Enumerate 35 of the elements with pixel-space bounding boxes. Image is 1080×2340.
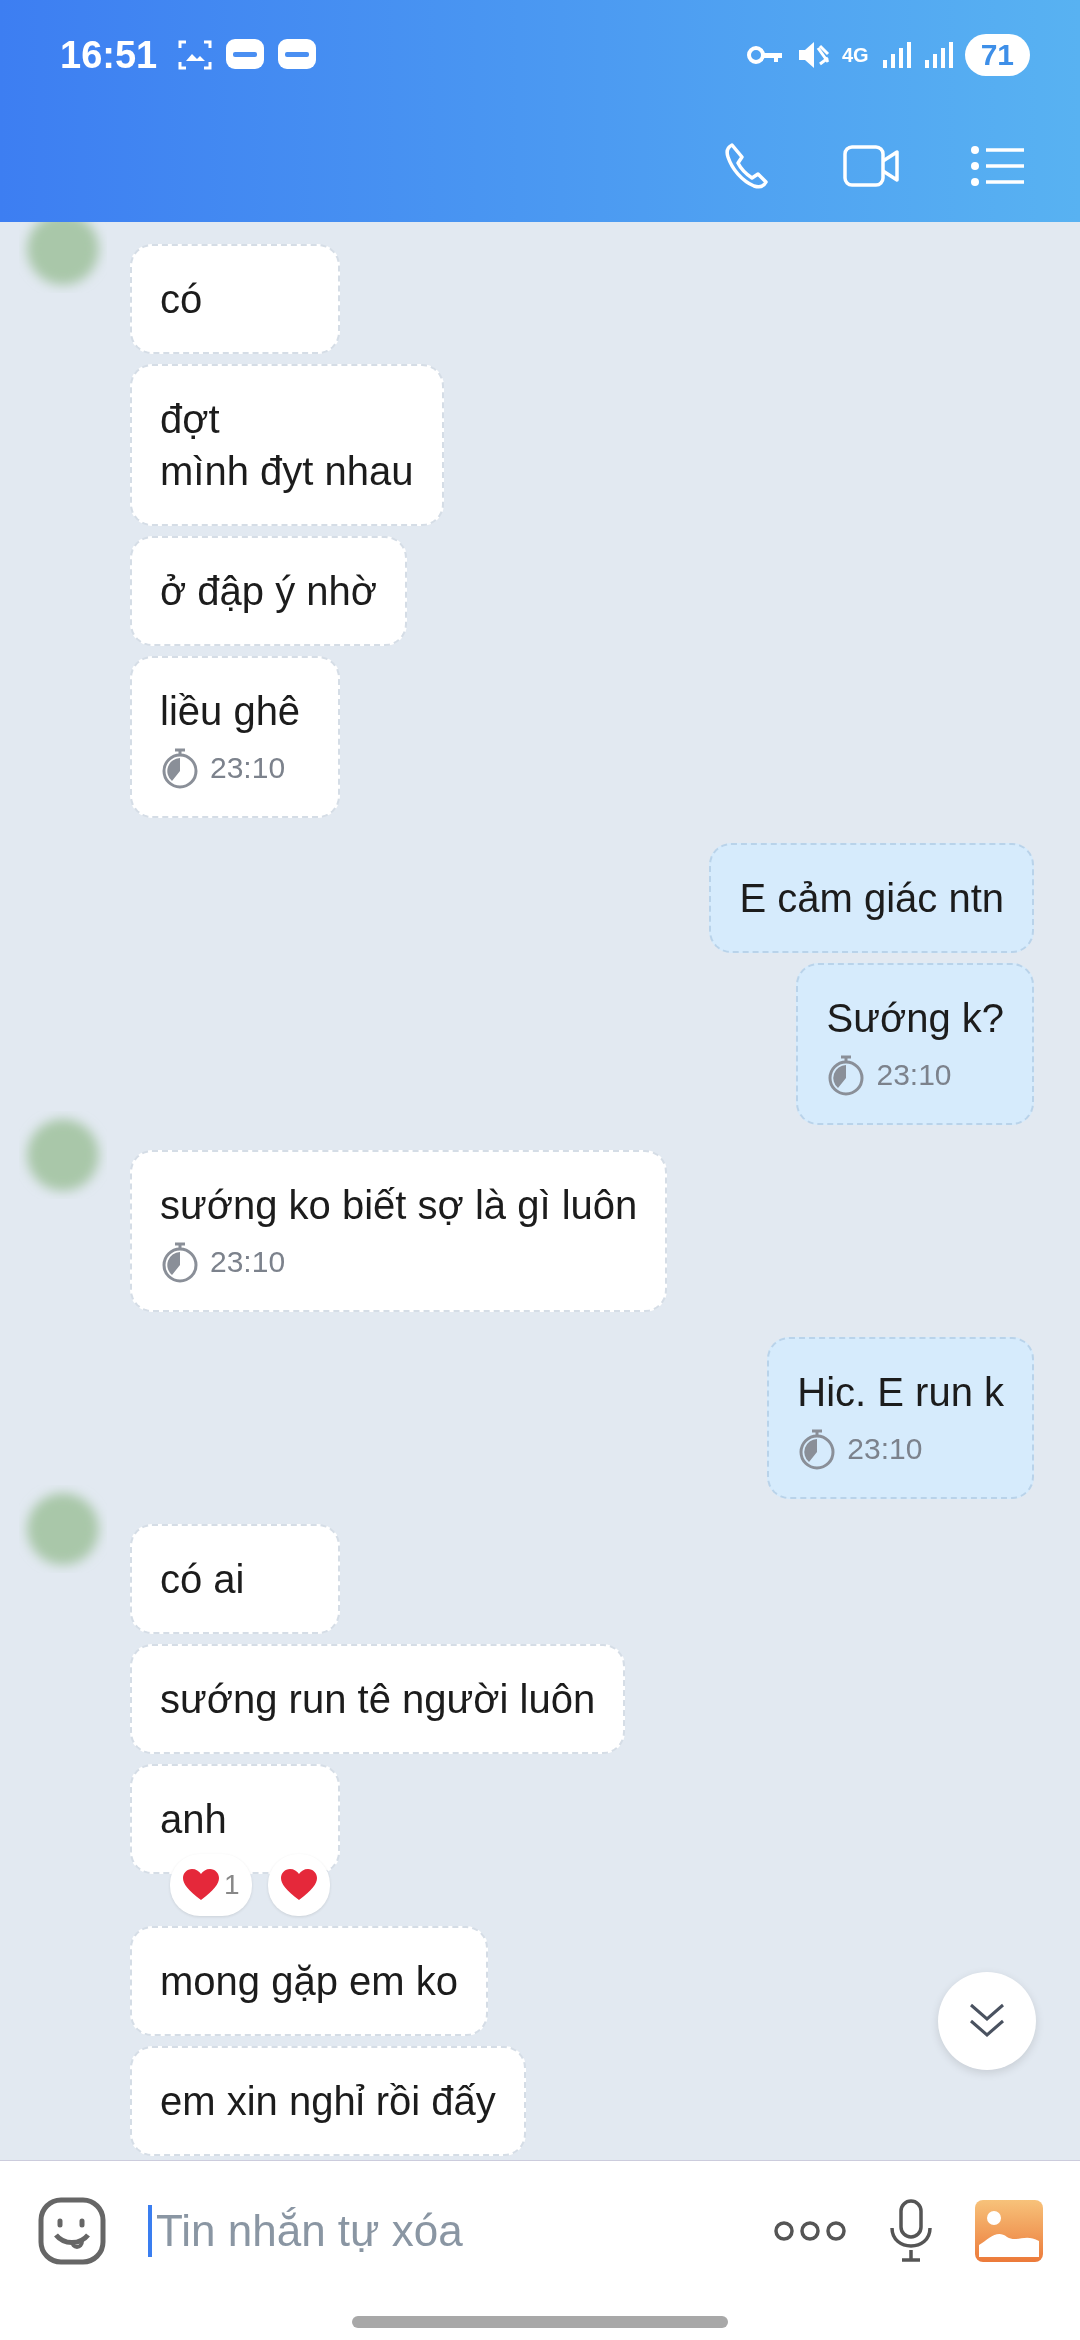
message-text: đợt mình đyt nhau (160, 396, 414, 495)
message-bubble[interactable]: có ai (130, 1524, 340, 1634)
message-time: 23:10 (847, 1432, 923, 1466)
message-bubble[interactable]: sướng ko biết sợ là gì luôn 23:10 (130, 1150, 668, 1312)
message-time: 23:10 (210, 1245, 286, 1279)
message-text: ở đập ý nhờ (160, 568, 378, 615)
message-text: có (160, 276, 204, 323)
message-bubble[interactable]: liều ghê 23:10 (130, 656, 340, 818)
message-bubble[interactable]: mong gặp em ko (130, 1926, 488, 2036)
message-text: E cảm giác ntn (739, 875, 1004, 922)
status-time: 16:51 (60, 33, 158, 77)
network-type: 4G (841, 43, 869, 67)
message-text: sướng ko biết sợ là gì luôn (160, 1182, 638, 1229)
message-text: liều ghê (160, 688, 302, 735)
message-text: anh (160, 1796, 228, 1843)
message-text: Sướng k? (826, 995, 1004, 1042)
message-bubble[interactable]: E cảm giác ntn (709, 843, 1034, 953)
message-text: sướng run tê người luôn (160, 1676, 596, 1723)
message-bubble[interactable]: có (130, 244, 340, 354)
message-bubble[interactable]: sướng run tê người luôn (130, 1644, 626, 1754)
message-text: có ai (160, 1556, 246, 1603)
reaction-chip[interactable]: 1 (170, 1854, 252, 1916)
message-text: em xin nghỉ rồi đấy (160, 2078, 496, 2125)
message-time: 23:10 (876, 1058, 952, 1092)
message-text: mong gặp em ko (160, 1958, 458, 2005)
message-text: Hic. E run k (797, 1369, 1004, 1416)
message-bubble[interactable]: anh (130, 1764, 340, 1874)
message-bubble[interactable]: đợt mình đyt nhau (130, 364, 444, 526)
message-bubble[interactable]: Hic. E run k 23:10 (767, 1337, 1034, 1499)
message-bubble[interactable]: Sướng k? 23:10 (796, 963, 1034, 1125)
message-input[interactable]: Tin nhắn tự xóa (148, 2204, 732, 2257)
message-bubble[interactable]: ở đập ý nhờ (130, 536, 408, 646)
message-bubble[interactable]: em xin nghỉ rồi đấy (130, 2046, 526, 2156)
message-time: 23:10 (210, 751, 286, 785)
battery-level: 71 (964, 34, 1030, 76)
